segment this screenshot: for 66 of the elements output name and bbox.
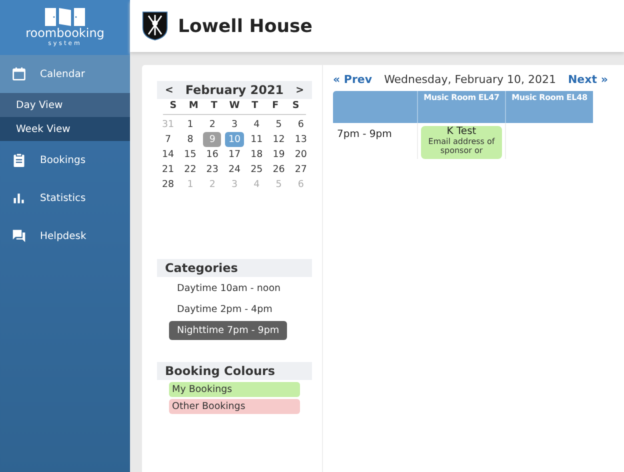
chat-icon xyxy=(12,229,26,243)
calendar-day[interactable]: 14 xyxy=(159,147,178,162)
weekday-label: T xyxy=(250,100,260,113)
month-title: February 2021 xyxy=(185,83,284,97)
event-detail: Email address of sponsor or xyxy=(427,137,496,155)
brand-name: roombooking xyxy=(26,27,104,40)
page-title: Lowell House xyxy=(178,16,312,36)
colour-legend-item: Other Bookings xyxy=(169,399,300,414)
colour-legend-item: My Bookings xyxy=(169,382,300,397)
calendar-day[interactable]: 5 xyxy=(270,117,288,132)
time-cell-text: 7pm - 9pm xyxy=(336,128,393,142)
calendar-day[interactable]: 12 xyxy=(270,132,288,147)
calendar-day[interactable]: 2 xyxy=(203,117,222,132)
nav-item[interactable]: Calendar xyxy=(0,55,130,93)
calendar-icon xyxy=(12,67,26,81)
calendar-day[interactable]: 3 xyxy=(225,117,244,132)
calendar-day[interactable]: 19 xyxy=(270,147,288,162)
next-day-link[interactable]: Next » xyxy=(568,73,608,86)
room-column-header: Music Room EL48 xyxy=(505,91,593,123)
category-item[interactable]: Daytime 10am - noon xyxy=(169,279,289,298)
weekday-label: T xyxy=(210,100,218,113)
calendar-day[interactable]: 4 xyxy=(248,117,266,132)
category-item[interactable]: Daytime 2pm - 4pm xyxy=(169,300,280,319)
clipboard-icon xyxy=(12,153,26,167)
calendar-day[interactable]: 13 xyxy=(292,132,310,147)
calendar-day[interactable]: 26 xyxy=(270,162,288,177)
doors-logo-icon xyxy=(44,7,86,27)
nav-subitem[interactable]: Week View xyxy=(0,117,130,141)
nav-subitem[interactable]: Day View xyxy=(0,93,130,117)
calendar-day[interactable]: 18 xyxy=(248,147,266,162)
calendar-day[interactable]: 7 xyxy=(159,132,178,147)
event-title: K Test xyxy=(446,126,476,137)
calendar-day[interactable]: 11 xyxy=(248,132,266,147)
calendar-day[interactable]: 6 xyxy=(292,117,310,132)
calendar-day[interactable]: 27 xyxy=(292,162,310,177)
current-date: Wednesday, February 10, 2021 xyxy=(384,73,556,86)
calendar-day[interactable]: 15 xyxy=(181,147,200,162)
nav-item[interactable]: Helpdesk xyxy=(0,217,130,255)
calendar-day[interactable]: 16 xyxy=(203,147,222,162)
weekday-label: S xyxy=(291,100,300,113)
weekday-label: S xyxy=(168,100,178,113)
calendar-day[interactable]: 17 xyxy=(225,147,244,162)
calendar-day[interactable]: 25 xyxy=(248,162,266,177)
next-month-button[interactable]: > xyxy=(296,84,304,96)
category-item[interactable]: Nighttime 7pm - 9pm xyxy=(169,321,288,340)
weekday-label: M xyxy=(188,100,200,113)
calendar-day[interactable]: 21 xyxy=(159,162,178,177)
crest-icon xyxy=(142,11,168,41)
nav-item[interactable]: Statistics xyxy=(0,179,130,217)
nav-item[interactable]: Bookings xyxy=(0,141,130,179)
section-title: Categories xyxy=(157,259,312,277)
calendar-day[interactable]: 1 xyxy=(181,117,200,132)
calendar-day[interactable]: 28 xyxy=(159,177,178,192)
calendar-day[interactable]: 8 xyxy=(181,132,200,147)
bar-chart-icon xyxy=(12,191,26,205)
weekday-label: W xyxy=(228,100,241,113)
previous-day-link[interactable]: « Prev xyxy=(333,73,372,86)
previous-month-button[interactable]: < xyxy=(165,84,174,96)
calendar-day[interactable]: 24 xyxy=(225,162,244,177)
weekday-label: F xyxy=(271,100,280,113)
booking-event[interactable]: K Test Email address of sponsor or xyxy=(421,126,502,159)
section-title: Booking Colours xyxy=(157,362,312,380)
room-column-header: Music Room EL47 xyxy=(417,91,505,123)
calendar-day[interactable]: 22 xyxy=(181,162,200,177)
calendar-day[interactable]: 23 xyxy=(203,162,222,177)
calendar-day[interactable]: 20 xyxy=(292,147,310,162)
